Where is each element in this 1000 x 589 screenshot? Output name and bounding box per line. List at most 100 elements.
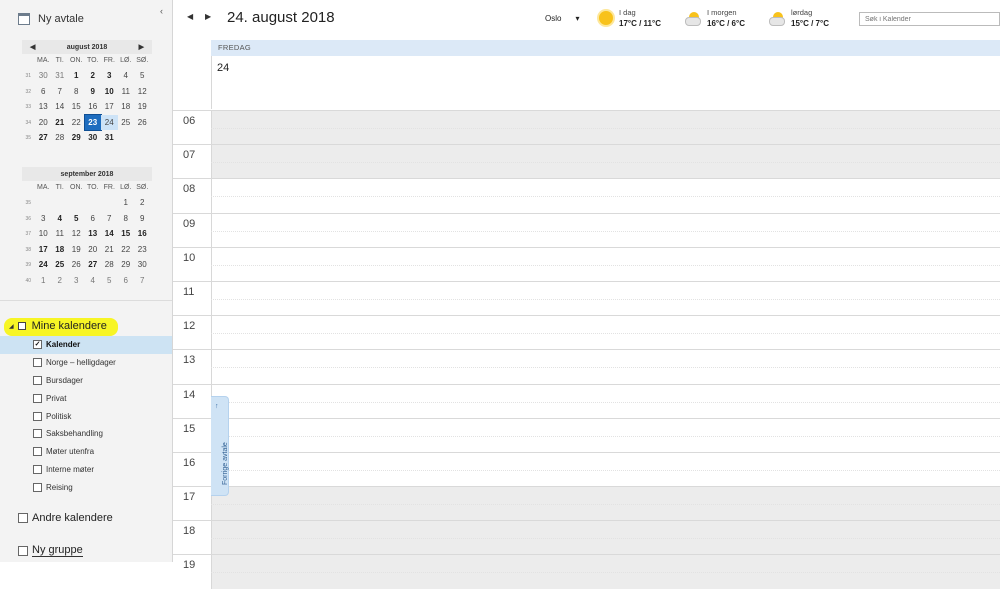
day-cell[interactable]: 21 — [101, 242, 118, 258]
day-cell[interactable]: 10 — [101, 84, 118, 100]
calendar-list-item[interactable]: Bursdager — [0, 372, 172, 390]
day-cell[interactable]: 22 — [68, 115, 85, 131]
calendar-checkbox[interactable] — [33, 358, 42, 368]
day-cell[interactable]: 30 — [85, 130, 102, 146]
hour-row[interactable]: 14 — [173, 383, 1000, 418]
hour-row[interactable]: 19 — [173, 554, 1000, 589]
day-cell[interactable]: 5 — [68, 211, 85, 227]
day-cell[interactable]: 7 — [101, 211, 118, 227]
calendar-checkbox[interactable] — [33, 375, 42, 385]
my-calendars-header[interactable]: ◢ Mine kalendere — [0, 316, 172, 336]
weather-today[interactable]: I dag 17°C / 11°C — [599, 8, 661, 28]
day-cell[interactable]: 7 — [134, 273, 151, 289]
city-selector[interactable]: Oslo ▾ — [545, 14, 579, 23]
hour-row[interactable]: 13 — [173, 349, 1000, 384]
weather-tomorrow[interactable]: I morgen 16°C / 6°C — [685, 8, 745, 28]
day-cell[interactable]: 26 — [68, 257, 85, 273]
hour-row[interactable]: 06 — [173, 110, 1000, 145]
day-cell[interactable]: 12 — [134, 84, 151, 100]
hour-row[interactable]: 10 — [173, 246, 1000, 281]
day-cell[interactable]: 17 — [101, 99, 118, 115]
day-cell[interactable]: 22 — [118, 242, 135, 258]
day-cell[interactable]: 6 — [85, 211, 102, 227]
day-cell[interactable]: 11 — [52, 226, 69, 242]
day-cell[interactable]: 6 — [118, 273, 135, 289]
day-cell[interactable]: 2 — [85, 68, 102, 84]
day-cell[interactable]: 27 — [35, 130, 52, 146]
day-cell[interactable]: 20 — [35, 115, 52, 131]
calendar-checkbox[interactable]: ✓ — [33, 340, 42, 350]
day-cell[interactable]: 4 — [85, 273, 102, 289]
day-cell[interactable]: 2 — [134, 195, 151, 211]
hour-row[interactable]: 11 — [173, 280, 1000, 316]
day-cell[interactable]: 30 — [134, 257, 151, 273]
next-day-arrow-icon[interactable]: ▶ — [205, 12, 211, 21]
day-cell[interactable]: 19 — [134, 99, 151, 115]
day-cell[interactable]: 23 — [83, 113, 102, 132]
hour-row[interactable]: 12 — [173, 315, 1000, 350]
hour-row[interactable]: 18 — [173, 520, 1000, 555]
day-cell[interactable]: 7 — [52, 84, 69, 100]
day-cell[interactable]: 10 — [35, 226, 52, 242]
day-cell[interactable]: 13 — [85, 226, 102, 242]
day-cell[interactable]: 3 — [101, 68, 118, 84]
day-cell[interactable]: 24 — [35, 257, 52, 273]
day-cell[interactable]: 5 — [101, 273, 118, 289]
calendar-list-item[interactable]: Reising — [0, 478, 172, 496]
new-group-checkbox[interactable] — [18, 545, 28, 556]
calendar-checkbox[interactable] — [33, 393, 42, 403]
day-cell[interactable]: 14 — [52, 99, 69, 115]
day-cell[interactable]: 19 — [68, 242, 85, 258]
day-cell[interactable]: 21 — [52, 115, 69, 131]
day-cell[interactable]: 8 — [118, 211, 135, 227]
day-cell[interactable]: 18 — [118, 99, 135, 115]
day-cell[interactable]: 12 — [68, 226, 85, 242]
calendar-list-item[interactable]: Møter utenfra — [0, 443, 172, 461]
calendar-checkbox[interactable] — [33, 411, 42, 421]
hour-row[interactable]: 16 — [173, 451, 1000, 487]
day-cell[interactable]: 11 — [118, 84, 135, 100]
day-cell[interactable]: 18 — [52, 242, 69, 258]
day-cell[interactable]: 6 — [35, 84, 52, 100]
day-cell[interactable]: 3 — [68, 273, 85, 289]
day-cell[interactable]: 15 — [68, 99, 85, 115]
calendar-checkbox[interactable] — [33, 482, 42, 492]
day-cell[interactable]: 5 — [134, 68, 151, 84]
next-month-arrow-icon[interactable]: ▶ — [139, 43, 144, 51]
day-cell[interactable]: 2 — [52, 273, 69, 289]
day-cell[interactable]: 16 — [85, 99, 102, 115]
hour-row[interactable]: 09 — [173, 212, 1000, 247]
day-cell[interactable]: 23 — [134, 242, 151, 258]
other-calendars-checkbox[interactable] — [18, 513, 28, 523]
day-cell[interactable]: 16 — [134, 226, 151, 242]
day-cell[interactable]: 9 — [134, 211, 151, 227]
calendar-checkbox[interactable] — [33, 447, 42, 457]
hour-row[interactable]: 08 — [173, 178, 1000, 213]
day-cell[interactable]: 29 — [68, 130, 85, 146]
calendar-list-item[interactable]: Interne møter — [0, 461, 172, 479]
day-cell[interactable]: 28 — [101, 257, 118, 273]
day-cell[interactable]: 25 — [52, 257, 69, 273]
day-cell[interactable]: 17 — [35, 242, 52, 258]
calendar-list-item[interactable]: Norge – helligdager — [0, 354, 172, 372]
day-cell[interactable]: 1 — [118, 195, 135, 211]
day-cell[interactable]: 28 — [52, 130, 69, 146]
previous-day-arrow-icon[interactable]: ◀ — [187, 12, 193, 21]
day-cell[interactable]: 4 — [52, 211, 69, 227]
previous-month-arrow-icon[interactable]: ◀ — [30, 43, 35, 51]
day-cell[interactable]: 31 — [101, 130, 118, 146]
day-cell[interactable]: 1 — [68, 68, 85, 84]
calendar-list-item[interactable]: ✓ Kalender — [0, 336, 172, 354]
search-input[interactable] — [859, 12, 1000, 26]
day-cell[interactable]: 15 — [118, 226, 135, 242]
calendar-checkbox[interactable] — [33, 464, 42, 474]
hour-row[interactable]: 07 — [173, 144, 1000, 179]
day-cell[interactable]: 3 — [35, 211, 52, 227]
day-cell[interactable]: 9 — [85, 84, 102, 100]
day-cell[interactable]: 20 — [85, 242, 102, 258]
day-cell[interactable]: 1 — [35, 273, 52, 289]
day-cell[interactable]: 4 — [118, 68, 135, 84]
new-group-item[interactable]: Ny gruppe — [18, 544, 83, 557]
calendar-list-item[interactable]: Saksbehandling — [0, 425, 172, 443]
weather-saturday[interactable]: lørdag 15°C / 7°C — [769, 8, 829, 28]
